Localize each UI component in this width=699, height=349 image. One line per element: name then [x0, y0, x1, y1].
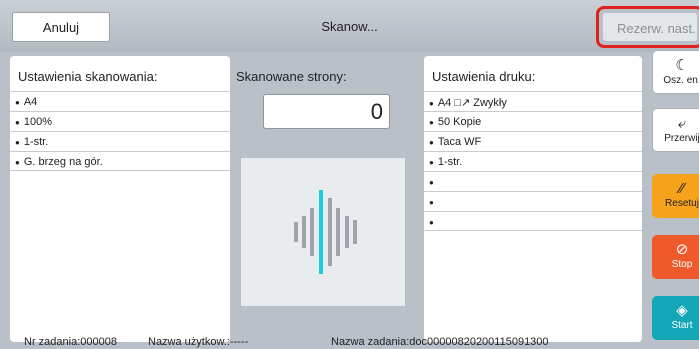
animation-bar — [336, 208, 340, 256]
print-settings-title: Ustawienia druku: — [432, 69, 536, 84]
animation-bar — [328, 198, 332, 266]
job-number: Nr zadania:000008 — [24, 336, 117, 348]
scanned-pages-count: 0 — [263, 94, 390, 129]
list-item: ● A4 □↗ Zwykły — [424, 91, 642, 111]
start-icon: ◈ — [676, 302, 688, 319]
list-item: ● — [424, 171, 642, 191]
reserve-next-button[interactable]: Rezerw. nast. — [596, 6, 699, 48]
scan-settings-panel: Ustawienia skanowania: ● A4 ● 100% ● 1-str.… — [10, 56, 230, 342]
list-item: ● — [424, 211, 642, 231]
job-name: Nazwa zadania:doc00000820200115091300 — [331, 336, 549, 348]
list-item: ● 50 Kopie — [424, 111, 642, 131]
list-item: ● 100% — [10, 111, 230, 131]
animation-bar — [302, 216, 306, 248]
moon-icon: ☾ — [675, 57, 689, 74]
list-item: ● A4 — [10, 91, 230, 111]
reset-icon: ⁄⁄ — [679, 180, 685, 197]
list-item: ● — [424, 191, 642, 211]
status-footer: Nr zadania:000008 Nazwa użytkow.:----- N… — [0, 333, 699, 349]
list-item: ● 1-str. — [424, 151, 642, 171]
scan-settings-title: Ustawienia skanowania: — [18, 69, 158, 84]
reset-button[interactable]: ⁄⁄ Resetuj — [652, 174, 699, 218]
energy-saver-button[interactable]: ☾ Osz. en. — [652, 50, 699, 94]
animation-bar — [353, 220, 357, 244]
list-item: ● Taca WF — [424, 131, 642, 151]
animation-bar-active — [319, 190, 323, 274]
reserve-next-label: Rezerw. nast. — [603, 13, 697, 41]
list-item: ● 1-str. — [10, 131, 230, 151]
user-name: Nazwa użytkow.:----- — [148, 336, 249, 348]
scanned-pages-panel: Skanowane strony: 0 — [231, 56, 420, 342]
interrupt-button[interactable]: ⤶ Przerwij — [652, 108, 699, 152]
print-settings-panel: Ustawienia druku: ● A4 □↗ Zwykły ● 50 Kopi… — [424, 56, 642, 342]
stop-button[interactable]: ⊘ Stop — [652, 235, 699, 279]
animation-bar — [345, 216, 349, 248]
list-item: ● G. brzeg na gór. — [10, 151, 230, 171]
cancel-button[interactable]: Anuluj — [12, 12, 110, 42]
scanned-pages-title: Skanowane strony: — [236, 69, 347, 84]
animation-bar — [310, 208, 314, 256]
side-buttons: ☾ Osz. en. ⤶ Przerwij ⁄⁄ Resetuj ⊘ Stop … — [652, 50, 699, 349]
interrupt-icon: ⤶ — [677, 115, 687, 132]
animation-bar — [294, 222, 298, 242]
stop-icon: ⊘ — [675, 241, 689, 258]
scanning-animation — [241, 158, 405, 306]
